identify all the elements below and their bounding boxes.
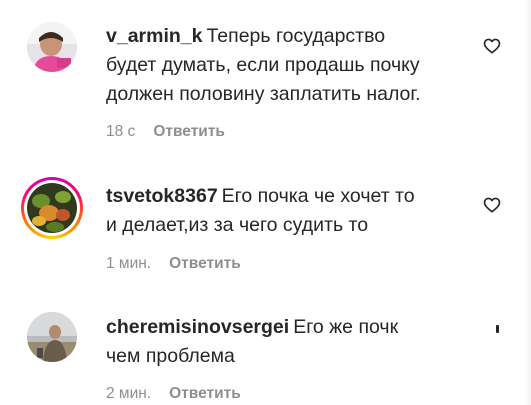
comment-text: cheremisinovsergei Его же почк чем пробле…	[106, 313, 398, 371]
comment-text-line: Теперь государство	[206, 25, 386, 47]
heart-outline-icon[interactable]	[496, 325, 499, 333]
comment-username[interactable]: cheremisinovsergei	[106, 316, 289, 338]
user-photo-icon	[27, 22, 77, 72]
avatar	[27, 183, 77, 233]
comment-text: v_armin_k Теперь государство будет думать…	[106, 22, 421, 109]
comment-text-line: должен половину заплатить налог.	[106, 83, 421, 105]
reply-button[interactable]: Ответить	[153, 123, 225, 141]
comment-text-line: будет думать, если продашь почку	[106, 54, 420, 76]
scroll-edge	[525, 0, 531, 405]
avatar[interactable]	[27, 22, 77, 72]
heart-outline-icon[interactable]	[483, 37, 501, 55]
comment-text-line: и делает,из за чего судить то	[106, 214, 369, 236]
comment-username[interactable]: tsvetok8367	[106, 185, 218, 207]
comment-text-line: Его почка че хочет то	[221, 185, 415, 207]
heart-outline-icon[interactable]	[483, 196, 501, 214]
user-photo-icon	[27, 312, 77, 362]
comment-text-line: Его же почк	[293, 316, 399, 338]
comment-text: tsvetok8367 Его почка че хочет то и делае…	[106, 182, 415, 240]
comment-text-line: чем проблема	[106, 345, 235, 367]
comment-meta: 18 с Ответить	[106, 123, 225, 141]
avatar-story-ring[interactable]	[21, 177, 83, 239]
avatar[interactable]	[27, 312, 77, 362]
avatar-ring-gap	[24, 180, 80, 236]
comment-time: 2 мин.	[106, 385, 152, 402]
comment-time: 1 мин.	[106, 255, 152, 272]
comment-meta: 2 мин. Ответить	[106, 385, 241, 403]
user-photo-icon	[27, 183, 77, 233]
comment-time: 18 с	[106, 123, 136, 140]
comment-username[interactable]: v_armin_k	[106, 25, 202, 47]
reply-button[interactable]: Ответить	[169, 255, 241, 273]
reply-button[interactable]: Ответить	[169, 385, 241, 403]
comment-meta: 1 мин. Ответить	[106, 255, 241, 273]
